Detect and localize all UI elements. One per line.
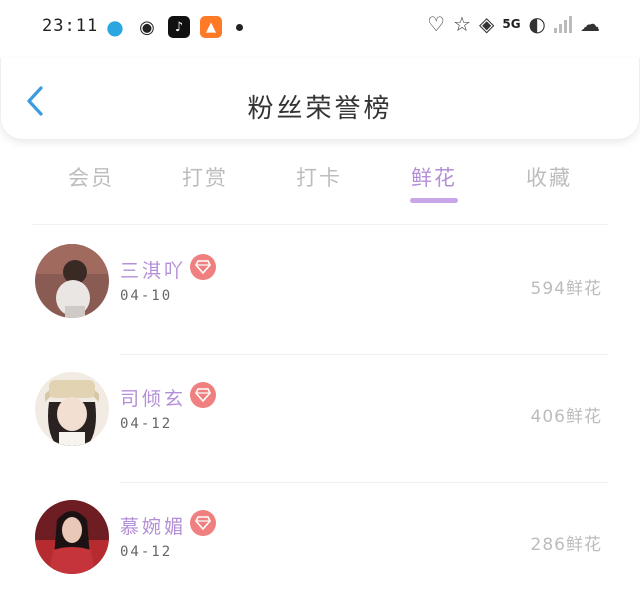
- list-item[interactable]: 三淇吖 04-10 594鲜花: [0, 226, 640, 354]
- tab-favorites[interactable]: 收藏: [526, 162, 572, 192]
- list-item[interactable]: 慕婉媚 04-12 286鲜花: [0, 482, 640, 598]
- tab-tip[interactable]: 打赏: [182, 162, 228, 192]
- fan-date: 04-10: [120, 288, 173, 304]
- diamond-icon: [190, 254, 216, 280]
- tab-checkin[interactable]: 打卡: [296, 162, 342, 192]
- tiktok-icon: ♪: [168, 16, 190, 38]
- sticker-icon: ☆: [453, 12, 471, 36]
- divider: [32, 224, 608, 225]
- network-type: 5G: [502, 17, 521, 31]
- fan-name: 司倾玄: [120, 388, 187, 410]
- flower-count: 406鲜花: [530, 407, 602, 427]
- sticker-icon: ◈: [478, 12, 495, 36]
- sticker-icon: ♡: [427, 12, 446, 36]
- signal-icon: [554, 15, 572, 33]
- battery-icon: ☁: [580, 12, 600, 36]
- flower-count: 594鲜花: [530, 279, 602, 299]
- page-title: 粉丝荣誉榜: [247, 94, 393, 124]
- status-right: ♡ ☆ ◈ 5G ◐ ☁: [427, 12, 600, 36]
- fan-name: 慕婉媚: [120, 516, 187, 538]
- notification-icons: ● ◉ ♪ ▲: [104, 15, 243, 39]
- list-item[interactable]: 司倾玄 04-12 406鲜花: [0, 354, 640, 482]
- flower-count: 286鲜花: [530, 535, 602, 555]
- status-bar: 23:11 ● ◉ ♪ ▲ ♡ ☆ ◈ 5G ◐ ☁: [0, 0, 640, 58]
- active-tab-indicator: [410, 198, 458, 203]
- qq-icon: ●: [106, 15, 124, 39]
- fan-name: 三淇吖: [120, 260, 187, 282]
- diamond-icon: [190, 510, 216, 536]
- tab-member[interactable]: 会员: [68, 162, 114, 192]
- status-time: 23:11: [42, 16, 99, 36]
- avatar[interactable]: [35, 244, 109, 318]
- tab-bar: 会员 打赏 打卡 鲜花 收藏: [0, 150, 640, 210]
- avatar[interactable]: [35, 500, 109, 574]
- tab-flowers[interactable]: 鲜花: [411, 162, 457, 192]
- fan-date: 04-12: [120, 544, 173, 560]
- page-header: 粉丝荣誉榜: [0, 58, 640, 140]
- avatar[interactable]: [35, 372, 109, 446]
- wechat-icon: ◉: [139, 16, 155, 38]
- orange-app-icon: ▲: [200, 16, 222, 38]
- wifi-icon: ◐: [528, 12, 546, 36]
- diamond-icon: [190, 382, 216, 408]
- more-notifications-dot: [236, 23, 243, 31]
- fan-list: 三淇吖 04-10 594鲜花 司倾玄 04-12 406鲜花 慕婉媚 04-1…: [0, 226, 640, 598]
- fan-date: 04-12: [120, 416, 173, 432]
